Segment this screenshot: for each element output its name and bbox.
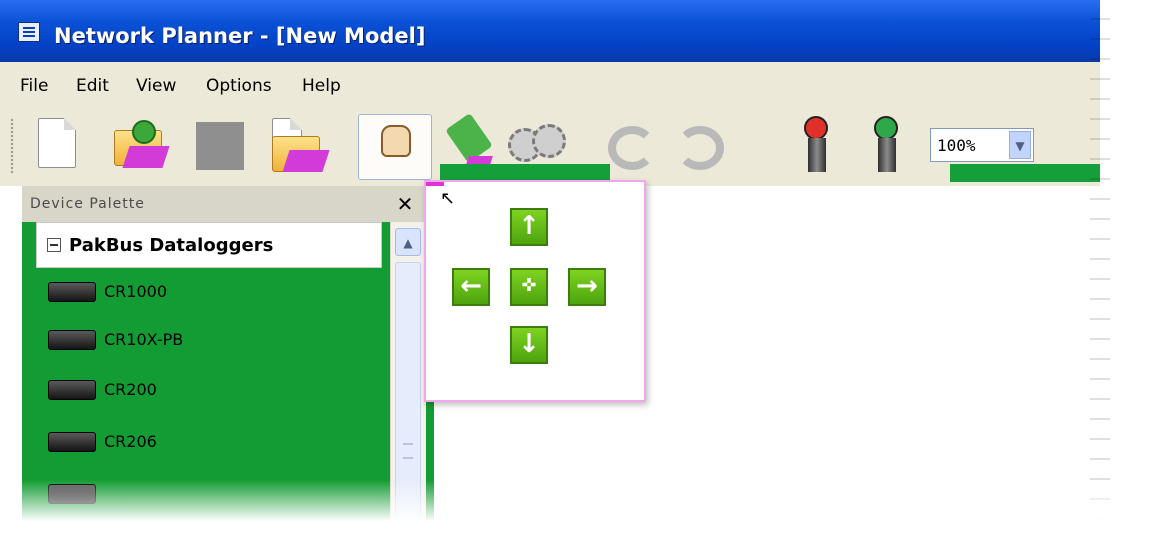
torn-edge-right [1090, 0, 1152, 539]
undo-icon [608, 126, 656, 170]
window-title: Network Planner - [New Model] [54, 24, 426, 48]
pan-up-button[interactable]: ↑ [510, 208, 548, 246]
device-item-cr10x-pb[interactable]: CR10X-PB [46, 322, 346, 362]
chevron-down-icon[interactable]: ▼ [1009, 131, 1031, 159]
device-item-cr200[interactable]: CR200 [46, 372, 346, 412]
redo-icon [676, 126, 724, 170]
scroll-up-icon[interactable]: ▲ [395, 228, 421, 256]
datalogger-icon [48, 432, 96, 452]
datalogger-icon [48, 380, 96, 400]
hand-icon [381, 125, 411, 157]
open-arrow-icon [132, 120, 156, 144]
zoom-value: 100% [937, 136, 976, 155]
palette-title: Device Palette [30, 196, 145, 212]
menu-help[interactable]: Help [302, 76, 341, 96]
zoom-out-button[interactable] [786, 116, 846, 178]
datalogger-icon [48, 330, 96, 350]
menu-bar: File Edit View Options Help [0, 62, 1152, 109]
save-icon [196, 122, 244, 170]
zoom-out-icon [804, 116, 828, 140]
undo-button[interactable] [604, 116, 664, 178]
device-group-label: PakBus Dataloggers [69, 235, 274, 256]
cursor-arrow-icon: ↖ [440, 188, 456, 209]
device-group-header[interactable]: PakBus Dataloggers [36, 222, 382, 268]
device-label: CR206 [104, 432, 157, 451]
pan-corner-marker [426, 182, 444, 186]
zoom-in-icon [874, 116, 898, 140]
device-item-cr1000[interactable]: CR1000 [46, 274, 346, 314]
pan-control: ↖ ↑ ← ✜ → ↓ [424, 180, 646, 402]
new-model-button[interactable] [28, 116, 88, 178]
toolbar: 100% ▼ [0, 108, 1152, 186]
zoom-select[interactable]: 100% ▼ [930, 128, 1034, 162]
gear-icon-2 [532, 124, 566, 158]
pan-right-button[interactable]: → [568, 268, 606, 306]
menu-view[interactable]: View [136, 76, 176, 96]
scroll-grip-icon [403, 443, 413, 459]
device-label: CR200 [104, 380, 157, 399]
pan-left-button[interactable]: ← [452, 268, 490, 306]
device-item-cr206[interactable]: CR206 [46, 424, 346, 464]
menu-options[interactable]: Options [206, 76, 272, 96]
pan-down-button[interactable]: ↓ [510, 326, 548, 364]
toolbar-grip[interactable] [10, 118, 14, 174]
menu-edit[interactable]: Edit [76, 76, 109, 96]
collapse-icon[interactable] [47, 238, 61, 252]
pan-center-button[interactable]: ✜ [510, 268, 548, 306]
datalogger-icon [48, 282, 96, 302]
palette-header: Device Palette ✕ [22, 186, 426, 222]
title-bar: Network Planner - [New Model] [0, 0, 1152, 62]
redo-button[interactable] [672, 116, 732, 178]
save-model-button[interactable] [190, 116, 250, 178]
close-icon[interactable]: ✕ [394, 192, 416, 216]
toolbar-green-strip-2 [950, 164, 1100, 182]
torn-edge-bottom [0, 480, 1152, 539]
zoom-out-body-shape [808, 138, 826, 172]
zoom-in-button[interactable] [856, 116, 916, 178]
menu-file[interactable]: File [20, 76, 48, 96]
new-document-icon [38, 118, 76, 168]
device-label: CR10X-PB [104, 330, 184, 349]
network-planner-window: Network Planner - [New Model] File Edit … [0, 0, 1152, 539]
pan-mode-button[interactable] [358, 114, 432, 180]
device-label: CR1000 [104, 282, 168, 301]
open-model-button[interactable] [110, 116, 170, 178]
save-as-button[interactable] [268, 116, 330, 178]
save-as-flap-shape [282, 150, 330, 172]
zoom-in-body-shape [878, 138, 896, 172]
app-icon [18, 22, 40, 42]
folder-flap-shape [122, 146, 170, 168]
